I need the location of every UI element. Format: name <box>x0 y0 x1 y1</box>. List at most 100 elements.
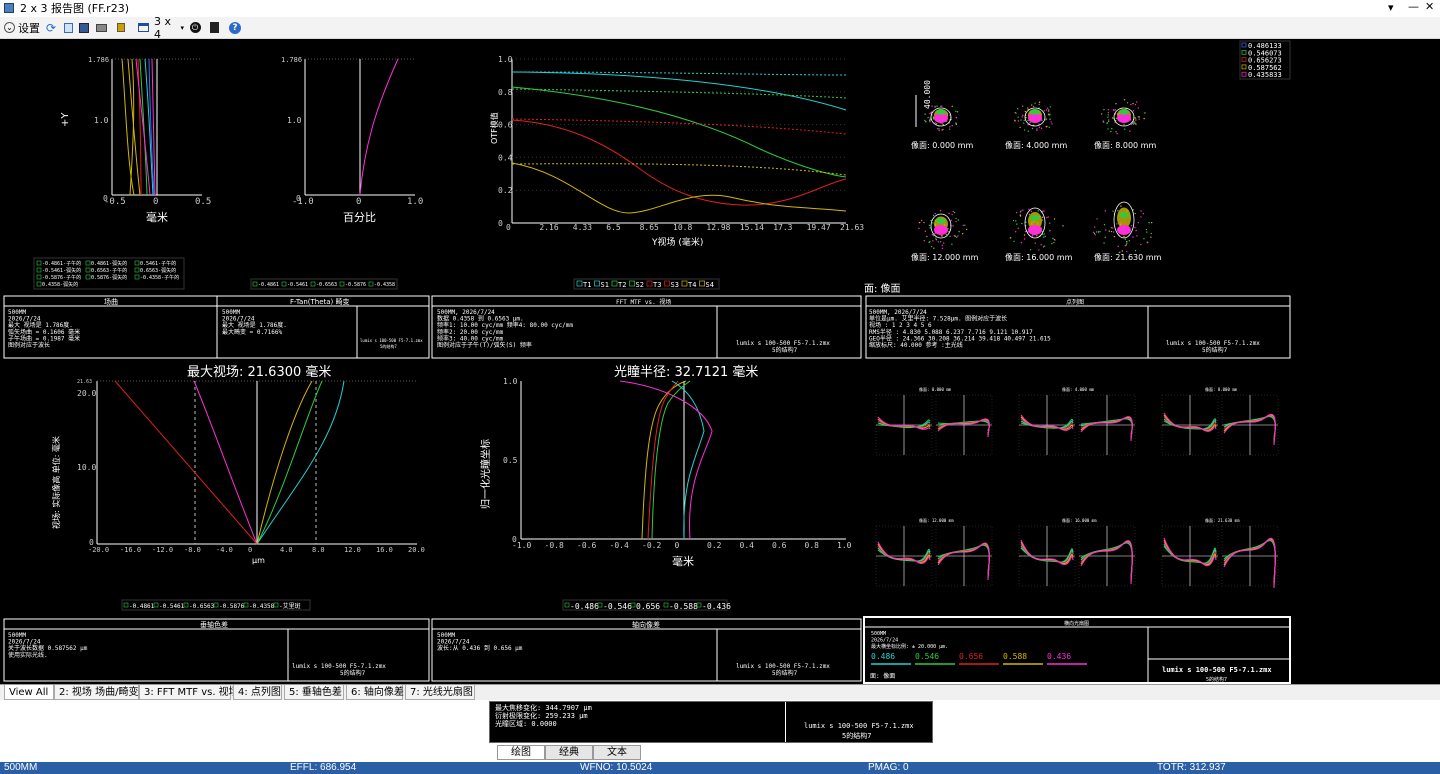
tab-spot-diagram[interactable]: 4: 点列图 <box>233 685 282 700</box>
dist-legend-item: -0.5461 <box>287 282 308 288</box>
axial-aberration-plot: 光瞳半径: 32.7121 毫米 归一化光瞳坐标 毫米 -1.0 -0.8 -0.6… <box>479 364 852 611</box>
secondary-divider <box>785 702 786 742</box>
lat-ytick: 20.0 <box>77 389 96 398</box>
stop-icon[interactable] <box>208 20 220 35</box>
lat-legend-item: -0.5461 <box>159 603 185 610</box>
fan-wave-label: 0.486 <box>871 652 895 661</box>
dist-legend-item: -0.6563 <box>316 282 337 288</box>
lat-legend: -0.4861 -0.5461 -0.6563 -0.5876 -0.4358 -艾里斑 <box>123 602 301 610</box>
mtf-xtick: 19.47 <box>807 223 831 232</box>
legend-swatch <box>213 602 219 608</box>
tab-fft-mtf[interactable]: 3: FFT MTF vs. 视场 <box>139 685 239 700</box>
lat-xtick: -12.0 <box>152 546 173 554</box>
window-layout-icon[interactable] <box>137 20 149 35</box>
info-box-axial: 轴向像差 500MM2026/7/24波长:从 0.436 到 0.656 µm… <box>431 618 862 682</box>
fan-field-label: 像面: 12.000 mm <box>919 517 954 523</box>
axial-ytick: 1.0 <box>503 377 518 386</box>
legend-swatch <box>85 267 91 273</box>
axial-xtick: -0.8 <box>545 541 564 550</box>
copy-icon[interactable] <box>62 20 74 35</box>
close-icon[interactable]: ✕ <box>1425 0 1434 13</box>
settings-button[interactable]: ⌄ 设置 <box>4 20 40 35</box>
minimize-button[interactable]: — <box>1408 0 1419 13</box>
legend-swatch <box>646 280 653 287</box>
legend-swatch <box>1241 57 1247 62</box>
mtf-legend-item: S3 <box>671 281 679 289</box>
axial-xtick: 0.6 <box>772 541 787 550</box>
mtf-xtick: 12.98 <box>706 223 730 232</box>
spot-box-file: lumix s 100-500 F5-7.1.zmx <box>1166 340 1260 347</box>
axial-xtick: -0.2 <box>642 541 661 550</box>
axial-legend-item: -0.588 <box>669 602 698 611</box>
legend-swatch <box>681 280 688 287</box>
tab-text[interactable]: 文本 <box>593 745 641 760</box>
legend-swatch <box>85 274 91 280</box>
spot-field-4: 像面: 12.000 mm <box>911 209 979 262</box>
mtf-xtick: 8.65 <box>640 223 659 232</box>
fc-legend-item: 0.5461-子午的 <box>140 260 176 267</box>
print-icon[interactable] <box>95 20 107 35</box>
pin-icon[interactable]: ▾ <box>1388 1 1394 14</box>
spot-field-label: 像面: 16.000 mm <box>1005 252 1073 262</box>
dist-ytick-top: 1.786 <box>281 56 302 64</box>
tab-ray-fan[interactable]: 7: 光线光扇图 <box>405 685 475 700</box>
mtf-ytick: 0 <box>498 219 503 228</box>
tab-lateral-color[interactable]: 5: 垂轴色差 <box>284 685 344 700</box>
fan-field-label: 像面: 4.000 mm <box>1062 386 1095 392</box>
field-curvature-plot: 1.786 1.0 0 +Y -0.5 0 0.5 毫米 -0.4861-子午的… <box>33 56 211 290</box>
info-line: 缩放标尺: 40.000 参考 :主光线 <box>869 341 963 349</box>
tab-view-all[interactable]: View All <box>4 685 54 700</box>
mtf-xtick: 2.16 <box>539 223 558 232</box>
report-canvas: 1.786 1.0 0 +Y -0.5 0 0.5 毫米 -0.4861-子午的… <box>0 39 1440 684</box>
tab-axial-aberration[interactable]: 6: 轴向像差 <box>346 685 404 700</box>
title-bar: 2 x 3 报告图 (FF.r23) ▾ — ✕ <box>0 0 1440 17</box>
tab-plot[interactable]: 绘图 <box>497 745 545 760</box>
tab-field-curvature[interactable]: 2: 视场 场曲/畸变 <box>54 685 139 700</box>
legend-swatch <box>368 281 374 287</box>
fc-legend-item: -0.5461-弧矢的 <box>42 267 81 274</box>
mtf-xtick: 4.33 <box>573 223 592 232</box>
axial-xtick: -0.4 <box>610 541 629 550</box>
info-box-mtf: FFT MTF vs. 视场 500MM, 2026/7/24数据 0.4358… <box>431 295 862 359</box>
spot-bottom-label: 面: 像面 <box>864 283 901 295</box>
spot-field-label: 像面: 21.630 mm <box>1094 252 1162 262</box>
mtf-xtick: 6.5 <box>606 223 621 232</box>
power-icon[interactable]: ⏻ <box>189 20 201 35</box>
lat-xtick: -16.0 <box>120 546 141 554</box>
save-icon[interactable] <box>78 20 90 35</box>
legend-swatch <box>1241 64 1247 70</box>
lock-icon[interactable] <box>115 20 127 35</box>
dist-xlabel: 百分比 <box>343 211 376 224</box>
axial-legend-item: -0.546 <box>603 602 632 611</box>
secondary-graph-area: 最大焦移变化: 344.7907 µm 衍射极限变化: 259.233 µm 光… <box>489 701 933 743</box>
dist-ytick-mid: 1.0 <box>287 116 302 125</box>
mtf-plot: OTF模值 Y视场 (毫米) 1.00.80.60.40.20 0 2.16 4.33… <box>489 55 864 290</box>
spot-field-label: 像面: 12.000 mm <box>911 252 979 262</box>
spot-field-5: 像面: 16.000 mm <box>1005 207 1073 262</box>
toolbar: ⌄ 设置 ⟳ 3 x 4 ▾ ⏻ ? <box>0 15 1440 41</box>
help-icon[interactable]: ? <box>229 20 241 35</box>
legend-swatch <box>36 267 42 273</box>
layout-select[interactable]: 3 x 4 ▾ <box>154 15 184 41</box>
fan-wave-label: 0.546 <box>915 652 939 661</box>
legend-swatch <box>663 602 669 608</box>
legend-swatch <box>36 260 42 266</box>
ray-fan-field-6: 像面: 21.630 mm <box>1161 517 1279 589</box>
tab-classic[interactable]: 经典 <box>545 745 593 760</box>
legend-swatch <box>134 267 140 273</box>
axial-xtick: 1.0 <box>837 541 852 550</box>
lat-ytick: 10.0 <box>77 463 96 472</box>
spot-field-3: 像面: 8.000 mm <box>1094 99 1156 150</box>
fc-xlabel: 毫米 <box>146 210 168 224</box>
mtf-legend-item: S2 <box>636 281 644 289</box>
lat-xtick: 4.0 <box>280 546 293 554</box>
status-pmag: PMAG: 0 <box>868 762 909 773</box>
lat-legend-item: -艾里斑 <box>279 602 301 610</box>
axial-xtick: 0 <box>675 541 680 550</box>
mtf-legend-item: T3 <box>653 281 661 289</box>
refresh-icon[interactable]: ⟳ <box>45 20 57 35</box>
legend-swatch <box>699 280 705 287</box>
dist-xtick-0: -1.0 <box>292 197 314 207</box>
fan-field-label: 像面: 21.630 mm <box>1205 517 1240 523</box>
spot-scale-label: 40.000 <box>923 80 932 109</box>
